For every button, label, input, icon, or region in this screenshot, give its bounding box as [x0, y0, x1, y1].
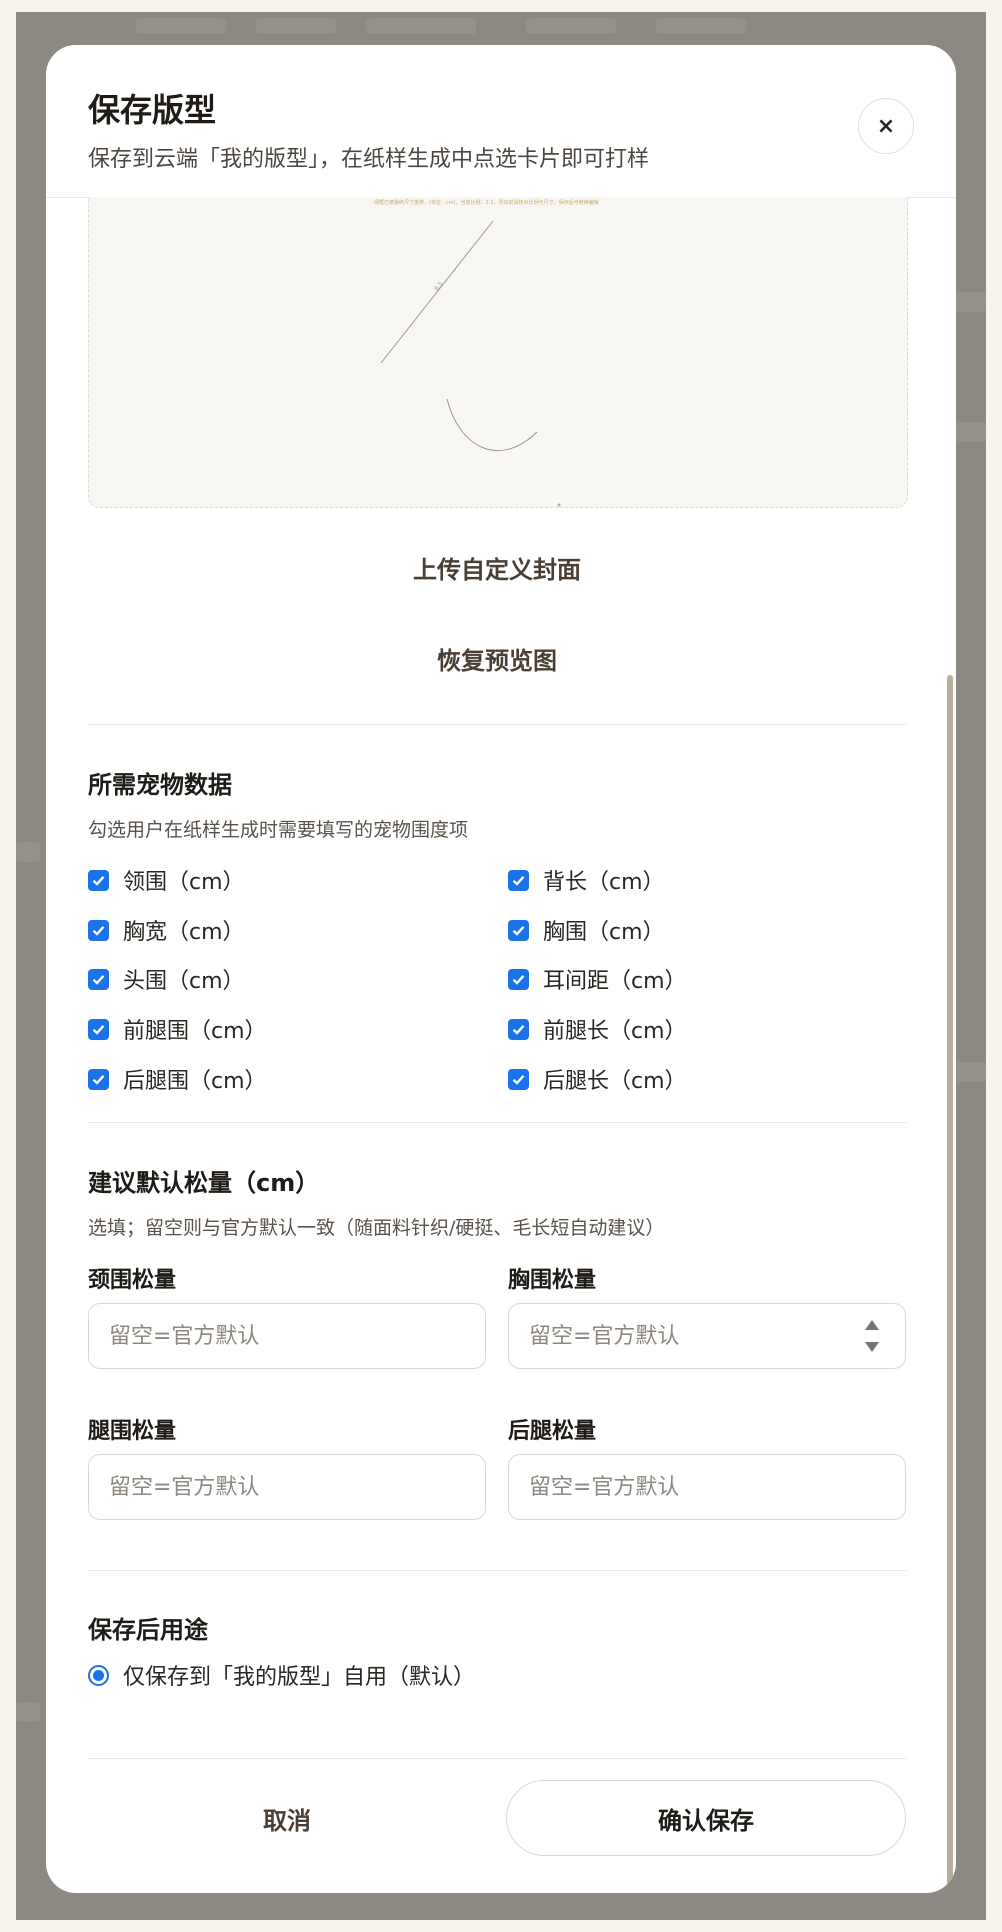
checkbox-label: 领围（cm）	[123, 870, 245, 895]
usage-radio-private[interactable]: 仅保存到「我的版型」自用（默认）	[88, 1659, 475, 1691]
restore-preview-button[interactable]: 恢复预览图	[88, 641, 906, 676]
neck-ease-input[interactable]	[88, 1303, 486, 1369]
upload-cover-button[interactable]: 上传自定义封面	[88, 550, 906, 585]
checkbox-back-length[interactable]: 背长（cm）	[508, 864, 665, 896]
pet-data-desc: 勾选用户在纸样生成时需要填写的宠物围度项	[88, 819, 469, 841]
ease-title: 建议默认松量（cm）	[88, 1169, 320, 1197]
checkbox-label: 前腿围（cm）	[123, 1019, 267, 1044]
checkbox-neck-girth[interactable]: 领围（cm）	[88, 864, 245, 896]
close-icon: ×	[876, 113, 896, 139]
checkbox-chest-width[interactable]: 胸宽（cm）	[88, 914, 245, 946]
checkbox-front-leg-girth[interactable]: 前腿围（cm）	[88, 1013, 267, 1045]
divider	[88, 724, 906, 725]
close-button[interactable]: ×	[858, 98, 914, 154]
checkbox-checked-icon[interactable]	[88, 968, 109, 990]
confirm-save-button[interactable]: 确认保存	[506, 1780, 906, 1856]
number-spinner-icon[interactable]	[864, 1320, 880, 1352]
checkbox-checked-icon[interactable]	[508, 1068, 529, 1090]
divider	[88, 1758, 906, 1759]
hind-leg-ease-label: 后腿松量	[508, 1419, 597, 1444]
leg-ease-label: 腿围松量	[88, 1419, 177, 1444]
checkbox-checked-icon[interactable]	[88, 869, 109, 891]
checkbox-hind-leg-length[interactable]: 后腿长（cm）	[508, 1063, 687, 1095]
checkbox-hind-leg-girth[interactable]: 后腿围（cm）	[88, 1063, 267, 1095]
checkbox-label: 耳间距（cm）	[543, 969, 687, 994]
pet-data-title: 所需宠物数据	[88, 771, 232, 799]
checkbox-label: 胸宽（cm）	[123, 920, 245, 945]
checkbox-checked-icon[interactable]	[88, 919, 109, 941]
checkbox-label: 胸围（cm）	[543, 920, 665, 945]
checkbox-label: 背长（cm）	[543, 870, 665, 895]
spinner-up-icon[interactable]	[865, 1320, 879, 1330]
checkbox-checked-icon[interactable]	[88, 1068, 109, 1090]
checkbox-checked-icon[interactable]	[508, 968, 529, 990]
cover-preview: 绿框已按最终尺寸重排，(单位：cm)，当前比例：1:1，导出前请核对比例与尺寸，…	[88, 197, 908, 508]
pattern-preview-drawing: 8.5	[380, 220, 561, 507]
chest-ease-input[interactable]	[508, 1303, 906, 1369]
svg-text:8.5: 8.5	[433, 280, 445, 292]
usage-title: 保存后用途	[88, 1616, 208, 1644]
divider	[88, 1570, 906, 1571]
checkbox-ear-distance[interactable]: 耳间距（cm）	[508, 963, 687, 995]
checkbox-checked-icon[interactable]	[508, 869, 529, 891]
checkbox-label: 后腿长（cm）	[543, 1069, 687, 1094]
neck-ease-label: 颈围松量	[88, 1268, 177, 1293]
checkbox-label: 前腿长（cm）	[543, 1019, 687, 1044]
checkbox-front-leg-length[interactable]: 前腿长（cm）	[508, 1013, 687, 1045]
scrollbar[interactable]	[947, 675, 953, 1890]
dialog-header: 保存版型 保存到云端「我的版型」，在纸样生成中点选卡片即可打样 ×	[46, 45, 956, 198]
checkbox-chest-girth[interactable]: 胸围（cm）	[508, 914, 665, 946]
ease-desc: 选填；留空则与官方默认一致（随面料针织/硬挺、毛长短自动建议）	[88, 1217, 665, 1239]
cancel-button[interactable]: 取消	[88, 1780, 486, 1856]
dialog-subtitle: 保存到云端「我的版型」，在纸样生成中点选卡片即可打样	[88, 147, 650, 172]
radio-selected-icon[interactable]	[88, 1664, 109, 1686]
leg-ease-input[interactable]	[88, 1454, 486, 1520]
chest-ease-label: 胸围松量	[508, 1268, 597, 1293]
dialog-title: 保存版型	[88, 91, 217, 129]
hind-leg-ease-input[interactable]	[508, 1454, 906, 1520]
checkbox-checked-icon[interactable]	[508, 919, 529, 941]
divider	[88, 1122, 906, 1123]
save-pattern-dialog: 保存版型 保存到云端「我的版型」，在纸样生成中点选卡片即可打样 × 绿框已按最终…	[46, 45, 956, 1893]
checkbox-checked-icon[interactable]	[508, 1018, 529, 1040]
radio-label: 仅保存到「我的版型」自用（默认）	[123, 1665, 476, 1690]
checkbox-label: 头围（cm）	[123, 969, 245, 994]
spinner-down-icon[interactable]	[865, 1342, 879, 1352]
checkbox-label: 后腿围（cm）	[123, 1069, 267, 1094]
checkbox-checked-icon[interactable]	[88, 1018, 109, 1040]
checkbox-head-girth[interactable]: 头围（cm）	[88, 963, 245, 995]
